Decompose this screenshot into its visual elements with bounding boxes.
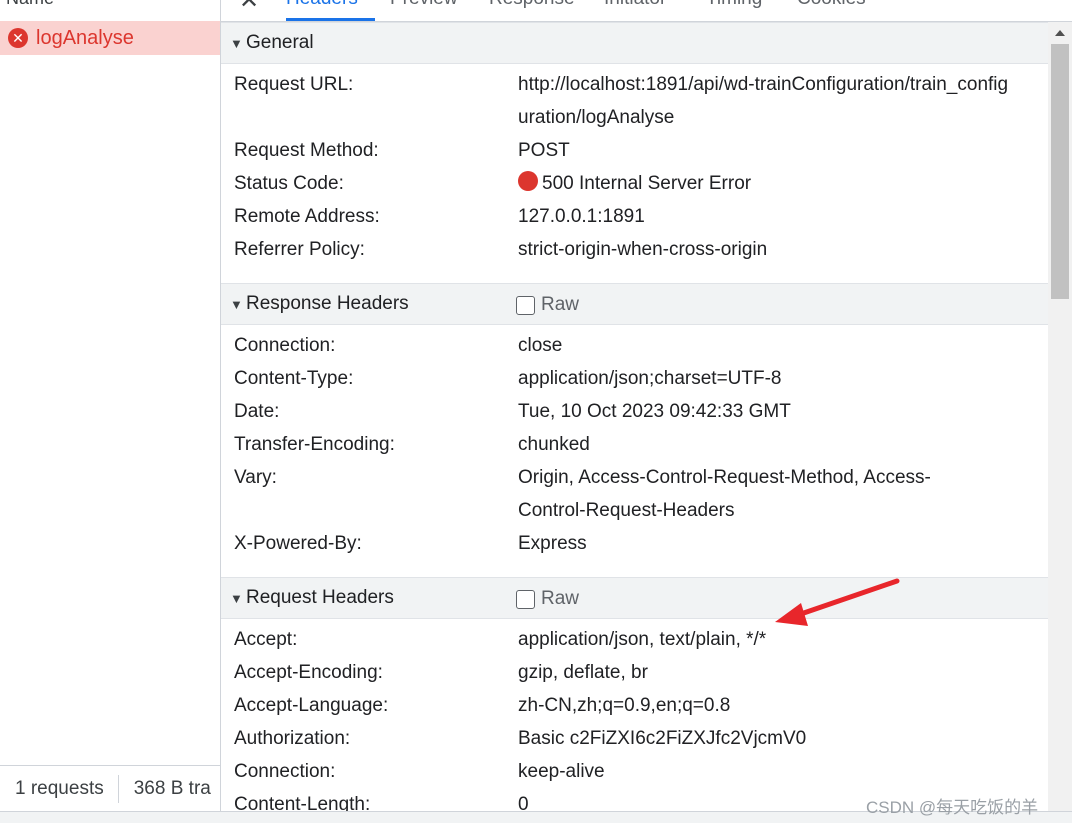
- header-row-date: Date: Tue, 10 Oct 2023 09:42:33 GMT: [221, 395, 1048, 428]
- header-key: Accept-Language:: [234, 695, 389, 716]
- header-key: Request URL:: [234, 74, 354, 95]
- header-key: Authorization:: [234, 728, 351, 749]
- request-count: 1 requests: [15, 777, 104, 799]
- header-key: Vary:: [234, 467, 277, 488]
- raw-label: Raw: [541, 588, 580, 609]
- header-value: keep-alive: [518, 761, 605, 782]
- header-row-authorization: Authorization: Basic c2FiZXI6c2FiZXJfc2V…: [221, 722, 1048, 755]
- header-value: Origin, Access-Control-Request-Method, A…: [518, 467, 931, 488]
- header-row-connection: Connection: close: [221, 329, 1048, 362]
- header-key: Connection:: [234, 335, 336, 356]
- section-title: General: [246, 32, 314, 53]
- header-value: gzip, deflate, br: [518, 662, 648, 683]
- tab-cookies[interactable]: Cookies: [797, 0, 866, 10]
- header-key: Status Code:: [234, 173, 344, 194]
- header-value: application/json, text/plain, */*: [518, 629, 767, 650]
- expand-triangle-icon: ▼: [230, 296, 243, 312]
- header-key: Accept-Encoding:: [234, 662, 383, 683]
- header-row-remote-address: Remote Address: 127.0.0.1:1891: [221, 200, 1048, 233]
- vertical-scrollbar[interactable]: [1048, 22, 1072, 811]
- header-key: Accept:: [234, 629, 298, 650]
- header-row-connection: Connection: keep-alive: [221, 755, 1048, 788]
- name-column-header[interactable]: Name: [6, 0, 54, 9]
- header-key: Connection:: [234, 761, 336, 782]
- header-value: Control-Request-Headers: [518, 500, 735, 521]
- header-key: X-Powered-By:: [234, 533, 362, 554]
- header-key: Content-Length:: [234, 794, 371, 811]
- raw-toggle[interactable]: Raw: [516, 294, 579, 316]
- raw-checkbox[interactable]: [516, 295, 535, 315]
- header-row-x-powered-by: X-Powered-By: Express: [221, 527, 1048, 560]
- header-value: 127.0.0.1:1891: [518, 206, 645, 227]
- header-row-vary-cont: Control-Request-Headers: [221, 494, 1048, 527]
- general-section-header[interactable]: ▼ General: [221, 22, 1048, 64]
- raw-checkbox[interactable]: [516, 589, 535, 609]
- header-row-request-method: Request Method: POST: [221, 134, 1048, 167]
- header-row-accept-language: Accept-Language: zh-CN,zh;q=0.9,en;q=0.8: [221, 689, 1048, 722]
- active-tab-indicator: [286, 18, 375, 21]
- header-row-transfer-encoding: Transfer-Encoding: chunked: [221, 428, 1048, 461]
- response-headers-section-header[interactable]: ▼ Response Headers Raw: [221, 283, 1048, 325]
- tab-timing[interactable]: Timing: [706, 0, 762, 10]
- header-key: Date:: [234, 401, 280, 422]
- header-value: application/json;charset=UTF-8: [518, 368, 782, 389]
- close-icon[interactable]: ✕: [239, 0, 259, 15]
- section-title: Response Headers: [246, 293, 409, 314]
- raw-toggle[interactable]: Raw: [516, 588, 579, 610]
- header-row-status-code: Status Code: 500 Internal Server Error: [221, 167, 1048, 200]
- detail-tab-bar: ✕ Headers Preview Response Initiator Tim…: [221, 0, 1072, 22]
- tab-initiator[interactable]: Initiator: [604, 0, 666, 10]
- tab-preview[interactable]: Preview: [390, 0, 458, 10]
- error-icon: ✕: [8, 28, 28, 48]
- header-row-request-url-cont: uration/logAnalyse: [221, 101, 1048, 134]
- header-row-vary: Vary: Origin, Access-Control-Request-Met…: [221, 461, 1048, 494]
- tab-headers[interactable]: Headers: [286, 0, 358, 10]
- expand-triangle-icon: ▼: [230, 35, 243, 51]
- expand-triangle-icon: ▼: [230, 590, 243, 606]
- header-value: 500 Internal Server Error: [518, 167, 751, 200]
- request-name: logAnalyse: [36, 26, 134, 49]
- header-key: Remote Address:: [234, 206, 380, 227]
- headers-content: ▼ General Request URL: http://localhost:…: [221, 22, 1048, 811]
- header-key: Transfer-Encoding:: [234, 434, 395, 455]
- header-value: Basic c2FiZXI6c2FiZXJfc2VjcmV0: [518, 728, 807, 749]
- header-value: zh-CN,zh;q=0.9,en;q=0.8: [518, 695, 731, 716]
- header-value: 0: [518, 794, 529, 811]
- header-value: uration/logAnalyse: [518, 107, 675, 128]
- request-row-loganalyse[interactable]: ✕ logAnalyse: [0, 21, 220, 55]
- status-code-text: 500 Internal Server Error: [542, 173, 752, 194]
- header-key: Referrer Policy:: [234, 239, 365, 260]
- transferred-size: 368 B tra: [133, 777, 211, 799]
- header-row-accept: Accept: application/json, text/plain, */…: [221, 623, 1048, 656]
- scroll-thumb[interactable]: [1051, 44, 1069, 299]
- header-row-referrer-policy: Referrer Policy: strict-origin-when-cros…: [221, 233, 1048, 266]
- header-row-request-url: Request URL: http://localhost:1891/api/w…: [221, 68, 1048, 101]
- header-value: close: [518, 335, 563, 356]
- header-value: POST: [518, 140, 570, 161]
- watermark: CSDN @每天吃饭的羊: [866, 798, 1039, 817]
- request-headers-section-header[interactable]: ▼ Request Headers Raw: [221, 577, 1048, 619]
- tab-response[interactable]: Response: [489, 0, 575, 10]
- network-status-bar: 1 requests 368 B tra: [0, 765, 220, 811]
- scroll-up-arrow-icon[interactable]: [1055, 30, 1065, 36]
- header-row-accept-encoding: Accept-Encoding: gzip, deflate, br: [221, 656, 1048, 689]
- header-value: chunked: [518, 434, 590, 455]
- raw-label: Raw: [541, 294, 580, 315]
- header-value: Tue, 10 Oct 2023 09:42:33 GMT: [518, 401, 791, 422]
- header-value: Express: [518, 533, 587, 554]
- header-key: Content-Type:: [234, 368, 354, 389]
- section-title: Request Headers: [246, 587, 394, 608]
- header-value: http://localhost:1891/api/wd-trainConfig…: [518, 74, 1009, 95]
- status-error-dot-icon: [518, 171, 538, 191]
- header-key: Request Method:: [234, 140, 379, 161]
- request-list-panel: Name ✕ logAnalyse 1 requests 368 B tra: [0, 0, 221, 823]
- header-row-content-type: Content-Type: application/json;charset=U…: [221, 362, 1048, 395]
- header-value: strict-origin-when-cross-origin: [518, 239, 768, 260]
